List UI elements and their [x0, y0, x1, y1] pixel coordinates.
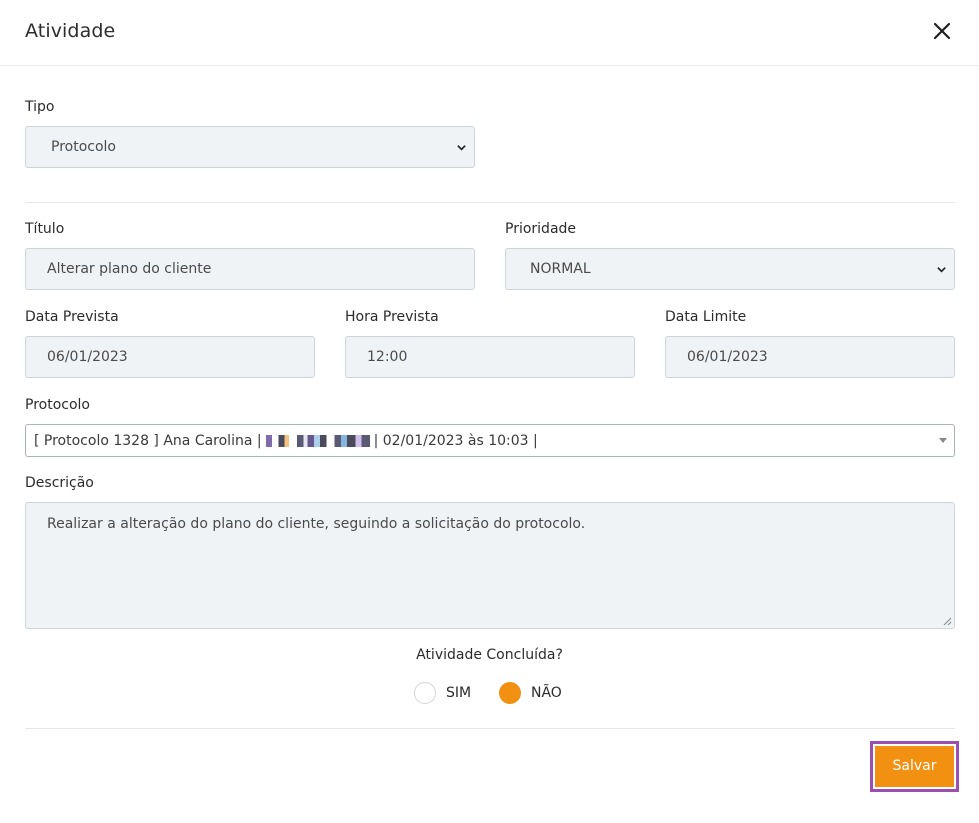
descricao-label: Descrição	[25, 475, 94, 491]
protocolo-label: Protocolo	[25, 397, 90, 413]
protocolo-value: [ Protocolo 1328 ] Ana Carolina | | 02/0…	[34, 433, 538, 449]
footer-divider	[25, 728, 955, 729]
radio-sim-label: SIM	[446, 685, 472, 701]
save-button[interactable]: Salvar	[875, 746, 954, 787]
prioridade-label: Prioridade	[505, 221, 577, 237]
data-prevista-value: 06/01/2023	[47, 349, 128, 365]
titulo-label: Título	[25, 221, 65, 237]
save-button-highlight: Salvar	[870, 741, 959, 792]
data-limite-label: Data Limite	[665, 309, 747, 325]
titulo-input[interactable]: Alterar plano do cliente	[25, 248, 475, 290]
protocolo-value-prefix: [ Protocolo 1328 ] Ana Carolina |	[34, 433, 262, 449]
close-button[interactable]	[930, 20, 954, 44]
dropdown-caret-icon	[939, 438, 947, 443]
descricao-value: Realizar a alteração do plano do cliente…	[47, 516, 586, 532]
chevron-down-icon	[937, 267, 946, 273]
titulo-value: Alterar plano do cliente	[47, 261, 212, 277]
modal-title: Atividade	[25, 20, 116, 42]
chevron-down-icon	[457, 145, 466, 151]
tipo-select[interactable]: Protocolo	[25, 126, 475, 168]
radio-sim[interactable]	[414, 682, 436, 704]
concluida-label: Atividade Concluída?	[416, 647, 563, 663]
radio-nao[interactable]	[499, 682, 521, 704]
close-icon	[933, 22, 951, 40]
descricao-textarea[interactable]: Realizar a alteração do plano do cliente…	[25, 502, 955, 629]
section-divider	[25, 202, 955, 203]
data-limite-input[interactable]: 06/01/2023	[665, 336, 955, 378]
modal-header: Atividade	[0, 0, 979, 66]
protocolo-value-suffix: | 02/01/2023 às 10:03 |	[373, 433, 538, 449]
data-prevista-label: Data Prevista	[25, 309, 119, 325]
protocolo-select[interactable]: [ Protocolo 1328 ] Ana Carolina | | 02/0…	[25, 424, 955, 457]
prioridade-select[interactable]: NORMAL	[505, 248, 955, 290]
data-prevista-input[interactable]: 06/01/2023	[25, 336, 315, 378]
redacted-text	[265, 435, 370, 447]
tipo-value: Protocolo	[51, 139, 116, 155]
hora-prevista-input[interactable]: 12:00	[345, 336, 635, 378]
hora-prevista-value: 12:00	[367, 349, 408, 365]
activity-modal: Atividade Tipo Protocolo Título Alterar …	[0, 0, 979, 823]
tipo-label: Tipo	[25, 99, 55, 115]
hora-prevista-label: Hora Prevista	[345, 309, 439, 325]
radio-nao-label: NÃO	[531, 685, 562, 701]
prioridade-value: NORMAL	[530, 261, 591, 277]
data-limite-value: 06/01/2023	[687, 349, 768, 365]
resize-grip-icon[interactable]	[943, 617, 952, 626]
